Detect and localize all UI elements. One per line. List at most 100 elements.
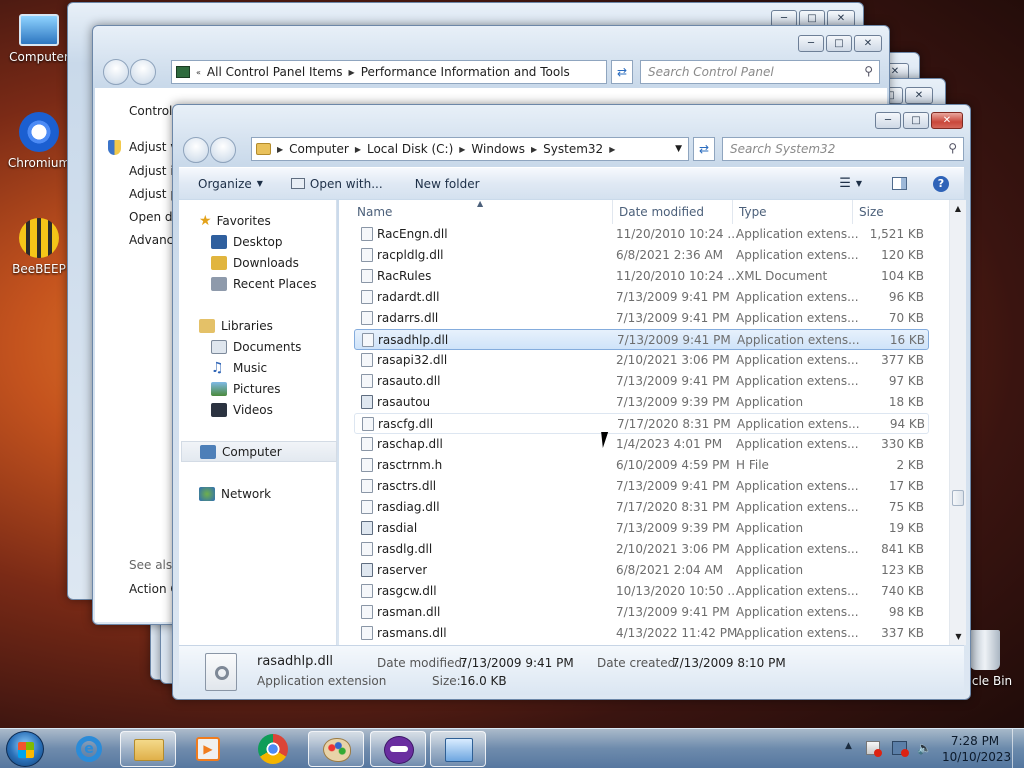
desktop-icon-chromium[interactable]: Chromium xyxy=(7,112,71,170)
new-folder-button[interactable]: New folder xyxy=(406,177,489,191)
breadcrumb-system32[interactable]: System32 xyxy=(543,142,603,156)
table-row[interactable]: radarrs.dll 7/13/2009 9:41 PM Application … xyxy=(354,308,929,329)
vertical-scrollbar[interactable]: ▲ ▼ xyxy=(949,200,966,645)
address-bar[interactable]: « All Control Panel Items ▶ Performance … xyxy=(171,60,607,84)
help-button[interactable]: ? xyxy=(924,175,958,192)
breadcrumb-local-disk[interactable]: Local Disk (C:) xyxy=(367,142,453,156)
search-input[interactable]: Search System32 ⚲ xyxy=(722,137,964,161)
type-cell: Application extens... xyxy=(737,417,860,431)
nav-computer[interactable]: Computer xyxy=(181,441,337,462)
sidebar-link[interactable]: Adjust v xyxy=(129,140,177,154)
table-row[interactable]: rasdial 7/13/2009 9:39 PM Application 19 KB xyxy=(354,518,929,539)
maximize-button[interactable]: □ xyxy=(903,112,929,129)
table-row[interactable]: RacEngn.dll 11/20/2010 10:24 ... Applicati… xyxy=(354,224,929,245)
scroll-up-icon[interactable]: ▲ xyxy=(950,200,966,217)
sidebar-home-link[interactable]: Control xyxy=(129,104,172,118)
minimize-button[interactable]: ─ xyxy=(875,112,901,129)
file-icon xyxy=(361,605,373,619)
search-input[interactable]: Search Control Panel ⚲ xyxy=(640,60,880,84)
organize-button[interactable]: Organize ▼ xyxy=(189,177,272,191)
close-button[interactable]: ✕ xyxy=(905,87,933,104)
nav-recent-places[interactable]: Recent Places xyxy=(179,273,337,294)
table-row[interactable]: rasauto.dll 7/13/2009 9:41 PM Application … xyxy=(354,371,929,392)
preview-pane-button[interactable] xyxy=(883,177,916,190)
table-row[interactable]: rasadhlp.dll 7/13/2009 9:41 PM Application… xyxy=(354,329,929,350)
table-row[interactable]: raschap.dll 1/4/2023 4:01 PM Application e… xyxy=(354,434,929,455)
table-row[interactable]: raserver 6/8/2021 2:04 AM Application 123 K… xyxy=(354,560,929,581)
taskbar-chrome[interactable] xyxy=(245,731,301,767)
table-row[interactable]: radardt.dll 7/13/2009 9:41 PM Application … xyxy=(354,287,929,308)
sidebar-link[interactable]: Adjust p xyxy=(129,187,178,201)
open-with-button[interactable]: Open with... xyxy=(282,177,392,191)
view-options-button[interactable]: ☰ ▼ xyxy=(830,176,871,191)
explorer-window[interactable]: ─ □ ✕ ▶ Computer ▶ Local Disk (C:) ▶ Win… xyxy=(172,104,971,700)
nav-downloads[interactable]: Downloads xyxy=(179,252,337,273)
clock-date[interactable]: 10/10/2023 xyxy=(942,750,1011,764)
show-desktop-button[interactable] xyxy=(1012,729,1024,768)
taskbar-paint[interactable] xyxy=(308,731,364,767)
nav-favorites[interactable]: ★ Favorites xyxy=(179,210,337,231)
network-status-icon[interactable] xyxy=(892,741,909,757)
scroll-thumb[interactable] xyxy=(952,490,964,506)
date-modified-cell: 7/13/2009 9:41 PM xyxy=(616,374,730,388)
breadcrumb-windows[interactable]: Windows xyxy=(471,142,525,156)
nav-music[interactable]: ♫ Music xyxy=(179,357,337,378)
scroll-down-icon[interactable]: ▼ xyxy=(950,628,967,645)
breadcrumb-computer[interactable]: Computer xyxy=(289,142,349,156)
forward-button[interactable] xyxy=(130,59,156,85)
column-header-type[interactable]: Type xyxy=(733,200,853,224)
table-row[interactable]: rasdlg.dll 2/10/2021 3:06 PM Application e… xyxy=(354,539,929,560)
file-name-cell: rascfg.dll xyxy=(378,417,434,431)
clock-time[interactable]: 7:28 PM xyxy=(950,734,1000,748)
nav-desktop[interactable]: Desktop xyxy=(179,231,337,252)
column-header-date[interactable]: Date modified xyxy=(613,200,733,224)
table-row[interactable]: rascfg.dll 7/17/2020 8:31 PM Application e… xyxy=(354,413,929,434)
forward-button[interactable] xyxy=(210,137,236,163)
desktop-icon-beebeep[interactable]: BeeBEEP xyxy=(7,218,71,276)
table-row[interactable]: racpldlg.dll 6/8/2021 2:36 AM Application … xyxy=(354,245,929,266)
nav-pictures[interactable]: Pictures xyxy=(179,378,337,399)
column-header-name[interactable]: Name ▲ xyxy=(339,200,613,224)
column-header-size[interactable]: Size xyxy=(853,200,933,224)
type-cell: Application extens... xyxy=(736,311,859,325)
back-button[interactable] xyxy=(103,59,129,85)
show-hidden-icons-button[interactable]: ▲ xyxy=(845,741,852,751)
table-row[interactable]: rasapi32.dll 2/10/2021 3:06 PM Application… xyxy=(354,350,929,371)
close-button[interactable]: ✕ xyxy=(931,112,963,129)
table-row[interactable]: rasman.dll 7/13/2009 9:41 PM Application e… xyxy=(354,602,929,623)
taskbar-internet-explorer[interactable]: e xyxy=(62,731,118,767)
nav-libraries[interactable]: Libraries xyxy=(179,315,337,336)
action-center-flag-icon[interactable] xyxy=(866,741,882,757)
refresh-button[interactable]: ⇄ xyxy=(693,137,715,161)
nav-network[interactable]: Network xyxy=(179,483,337,504)
address-dropdown-icon[interactable]: ▼ xyxy=(675,144,682,154)
refresh-button[interactable]: ⇄ xyxy=(611,60,633,84)
start-button[interactable] xyxy=(6,731,44,767)
taskbar-media-player[interactable]: ▶ xyxy=(180,731,236,767)
taskbar-file-explorer[interactable] xyxy=(120,731,176,767)
taskbar-beebeep[interactable] xyxy=(370,731,426,767)
back-button[interactable] xyxy=(183,137,209,163)
close-button[interactable]: ✕ xyxy=(854,35,882,52)
minimize-button[interactable]: ─ xyxy=(798,35,824,52)
nav-videos[interactable]: Videos xyxy=(179,399,337,420)
table-row[interactable]: rasctrs.dll 7/13/2009 9:41 PM Application … xyxy=(354,476,929,497)
table-row[interactable]: rasdiag.dll 7/17/2020 8:31 PM Application … xyxy=(354,497,929,518)
volume-muted-icon[interactable]: 🔈 xyxy=(917,741,932,755)
table-row[interactable]: rasmans.dll 4/13/2022 11:42 PM Application… xyxy=(354,623,929,644)
taskbar-control-panel[interactable] xyxy=(430,731,486,767)
nav-documents[interactable]: Documents xyxy=(179,336,337,357)
table-row[interactable]: rasgcw.dll 10/13/2020 10:50 ... Applicatio… xyxy=(354,581,929,602)
breadcrumb-item[interactable]: Performance Information and Tools xyxy=(361,65,570,79)
table-row[interactable]: rasctrnm.h 6/10/2009 4:59 PM H File 2 KB xyxy=(354,455,929,476)
address-bar[interactable]: ▶ Computer ▶ Local Disk (C:) ▶ Windows ▶… xyxy=(251,137,689,161)
size-cell: 19 KB xyxy=(888,521,924,535)
maximize-button[interactable]: □ xyxy=(826,35,852,52)
file-name-cell: RacEngn.dll xyxy=(377,227,448,241)
sidebar-link[interactable]: Open di xyxy=(129,210,176,224)
breadcrumb-item[interactable]: All Control Panel Items xyxy=(207,65,343,79)
type-cell: Application extens... xyxy=(736,227,859,241)
desktop-icon-computer[interactable]: Computer xyxy=(7,10,71,64)
table-row[interactable]: rasautou 7/13/2009 9:39 PM Application 18 K… xyxy=(354,392,929,413)
table-row[interactable]: RacRules 11/20/2010 10:24 ... XML Document… xyxy=(354,266,929,287)
